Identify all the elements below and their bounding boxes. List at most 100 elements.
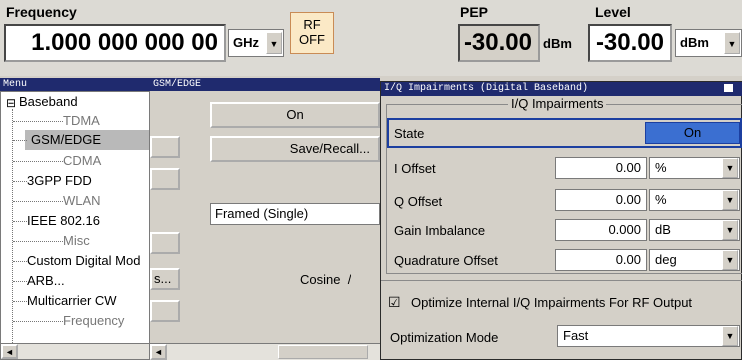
q-offset-field[interactable]: 0.00 [555,189,647,211]
gsm-side-button-1[interactable] [150,136,180,158]
gsm-side-button-4[interactable] [150,300,180,322]
i-offset-label: I Offset [394,161,436,176]
tree-connector [13,241,63,242]
i-offset-value: 0.00 [615,160,641,175]
tree-collapse-icon[interactable]: ⊟ [6,96,16,110]
gsm-side-button-3[interactable] [150,232,180,254]
tree-connector [13,161,63,162]
iq-title: I/Q Impairments (Digital Baseband) [384,83,589,94]
tree-item-cdma[interactable]: CDMA [63,152,149,170]
q-offset-value: 0.00 [615,192,641,207]
gsm-s-button-label: s... [154,271,172,286]
quadrature-offset-unit-select[interactable]: deg ▼ [649,249,740,271]
save-recall-button[interactable]: Save/Recall... [210,136,380,162]
tree-connector [13,121,63,122]
optimization-mode-select[interactable]: Fast ▼ [557,325,740,347]
i-offset-unit: % [655,160,667,175]
tree-item-ieee-802[interactable]: IEEE 802.16 [27,212,149,230]
tree-item-custom-digital[interactable]: Custom Digital Mod [27,252,149,270]
gsm-state-label: On [286,107,304,122]
frequency-field[interactable]: 1.000 000 000 00 [4,24,226,62]
iq-group-title: I/Q Impairments [508,96,607,111]
gsm-state-button[interactable]: On [210,102,380,128]
rf-button-line2: OFF [299,32,325,47]
rf-off-button[interactable]: RF OFF [290,12,334,54]
gsm-panel [150,91,380,360]
iq-titlebar: I/Q Impairments (Digital Baseband) [381,82,742,96]
tree-item-misc[interactable]: Misc [63,232,149,250]
chevron-down-icon: ▼ [722,190,738,210]
gain-imbalance-label: Gain Imbalance [394,223,486,238]
tree-connector [13,261,27,262]
menu-titlebar: Menu [0,78,150,91]
chevron-down-icon: ▼ [722,158,738,178]
gain-imbalance-unit-select[interactable]: dB ▼ [649,219,740,241]
chevron-down-icon: ▼ [722,250,738,270]
pep-unit: dBm [543,36,572,51]
maximize-icon[interactable] [723,83,734,93]
q-offset-unit-select[interactable]: % ▼ [649,189,740,211]
tree-item-multicarrier[interactable]: Multicarrier CW [27,292,149,310]
gsm-mode-select[interactable]: Framed (Single) [210,203,380,225]
tree-item-tdma[interactable]: TDMA [63,112,149,130]
gsm-s-button[interactable]: s... [150,268,180,290]
i-offset-unit-select[interactable]: % ▼ [649,157,740,179]
save-recall-label: Save/Recall... [289,141,370,156]
chevron-down-icon: ▼ [266,32,282,54]
tree-connector [13,140,27,141]
q-offset-unit: % [655,192,667,207]
pep-field: -30.00 [458,24,540,62]
tree-connector [13,221,27,222]
iq-state-label: State [394,126,425,141]
gsm-side-button-2[interactable] [150,168,180,190]
tree-connector [13,301,27,302]
scroll-left-icon[interactable]: ◄ [150,344,167,360]
tree-line [12,109,13,345]
optimize-checkbox[interactable]: ☑ [388,294,401,310]
iq-state-toggle[interactable]: On [645,122,740,144]
rf-button-line1: RF [303,17,321,32]
frequency-label: Frequency [6,4,77,20]
menu-title: Menu [3,79,28,90]
tree-connector [13,281,27,282]
iq-separator [381,280,742,281]
gain-imbalance-field[interactable]: 0.000 [555,219,647,241]
optimize-label: Optimize Internal I/Q Impairments For RF… [411,295,693,310]
tree-connector [13,181,27,182]
tree-item-baseband[interactable]: Baseband [19,93,78,111]
tree-connector [13,321,63,322]
tree-item-arb[interactable]: ARB... [27,272,149,290]
quadrature-offset-value: 0.00 [615,252,641,267]
gain-imbalance-value: 0.000 [608,222,641,237]
tree-item-gsm-edge[interactable]: GSM/EDGE [31,131,149,149]
level-label: Level [595,4,631,20]
tree-item-frequency[interactable]: Frequency [63,312,149,330]
scroll-left-icon[interactable]: ◄ [1,344,18,359]
frequency-unit-value: GHz [233,35,259,50]
iq-state-value: On [683,125,702,140]
quadrature-offset-field[interactable]: 0.00 [555,249,647,271]
quadrature-offset-label: Quadrature Offset [394,253,498,268]
chevron-down-icon: ▼ [722,220,738,240]
gsm-title: GSM/EDGE [153,79,202,90]
q-offset-label: Q Offset [394,194,443,209]
i-offset-field[interactable]: 0.00 [555,157,647,179]
level-value: -30.00 [595,29,664,56]
level-unit-select[interactable]: dBm ▼ [675,29,742,57]
level-unit-value: dBm [680,35,709,50]
level-field[interactable]: -30.00 [588,24,672,62]
menu-scrollbar[interactable]: ◄ [0,343,150,360]
optimization-mode-label: Optimization Mode [390,330,499,345]
tree-item-wlan[interactable]: WLAN [63,192,149,210]
chevron-down-icon: ▼ [724,32,740,54]
menu-tree: ⊟ Baseband TDMA GSM/EDGE CDMA 3GPP FDD W… [0,91,150,346]
frequency-value: 1.000 000 000 00 [31,29,218,56]
gsm-scrollbar[interactable]: ◄ [150,343,380,360]
gsm-filter-text: Cosine / [300,272,352,287]
pep-label: PEP [460,4,489,20]
gsm-mode-value: Framed (Single) [215,206,309,221]
quadrature-offset-unit: deg [655,252,677,267]
frequency-unit-select[interactable]: GHz ▼ [228,29,284,57]
tree-item-3gpp-fdd[interactable]: 3GPP FDD [27,172,149,190]
scroll-thumb[interactable] [278,345,368,359]
